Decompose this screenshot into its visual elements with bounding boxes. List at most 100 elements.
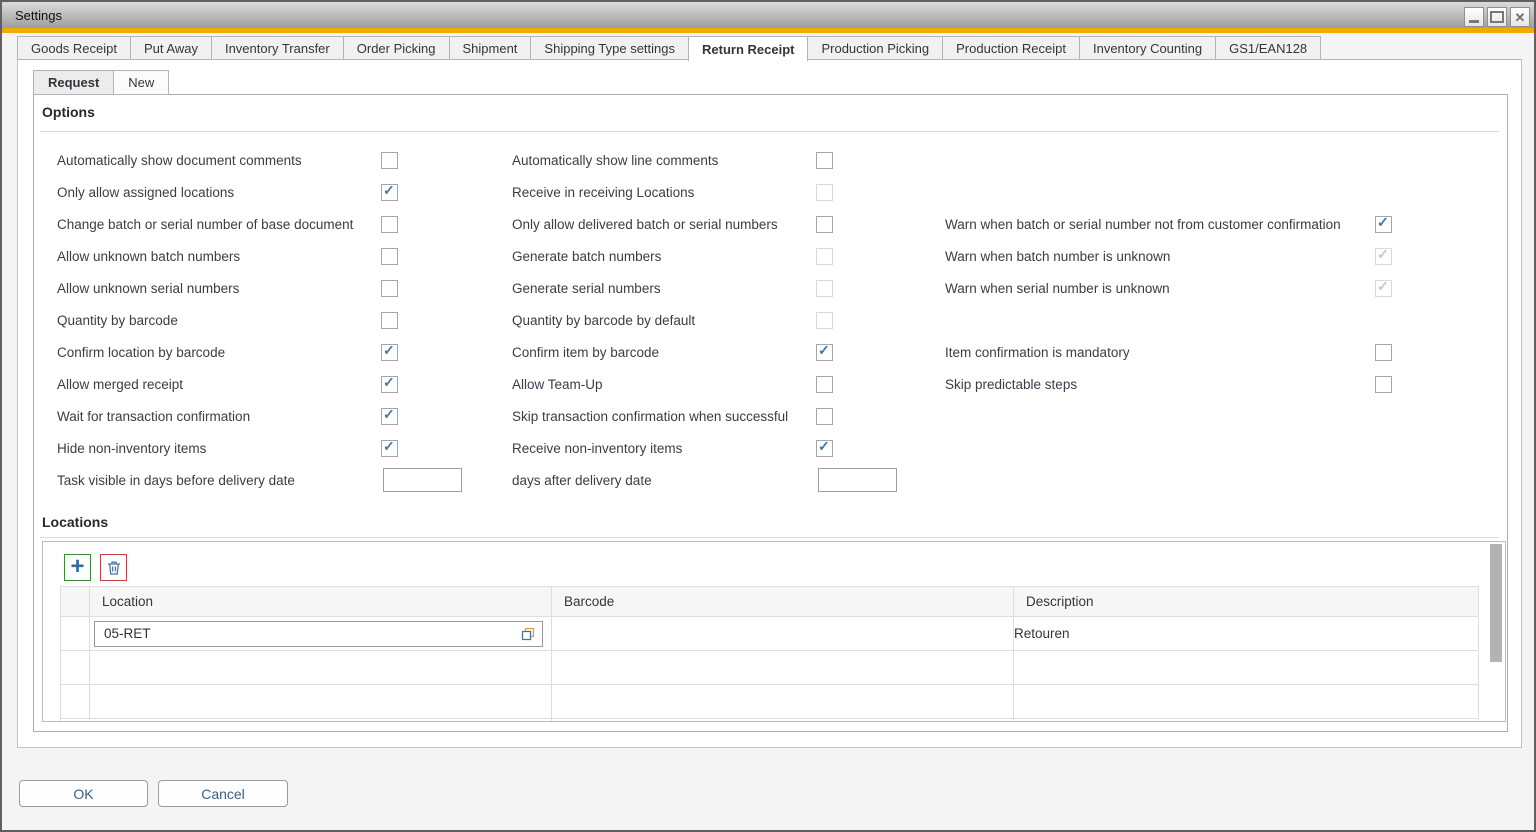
option-label: Receive in receiving Locations <box>512 185 694 200</box>
column-header-location[interactable]: Location <box>90 587 552 617</box>
description-cell[interactable] <box>1014 651 1479 685</box>
checkbox-auto-show-document-comments[interactable] <box>381 152 398 169</box>
tab-return-receipt[interactable]: Return Receipt <box>688 36 808 61</box>
title-bar[interactable]: Settings <box>2 2 1534 28</box>
checkbox-quantity-by-barcode-default <box>816 312 833 329</box>
column-header-description[interactable]: Description <box>1014 587 1479 617</box>
checkbox-allow-unknown-batch-numbers[interactable] <box>381 248 398 265</box>
tab-production-receipt[interactable]: Production Receipt <box>942 36 1080 60</box>
accent-bar <box>2 28 1534 33</box>
days-after-delivery-input[interactable] <box>818 468 897 492</box>
barcode-cell[interactable] <box>552 685 1014 719</box>
location-input[interactable]: 05-RET <box>94 621 543 647</box>
tab-inventory-counting[interactable]: Inventory Counting <box>1079 36 1216 60</box>
locations-toolbar: + <box>64 554 127 581</box>
tab-gs1-ean128[interactable]: GS1/EAN128 <box>1215 36 1321 60</box>
request-panel: Options Automatically show document comm… <box>33 94 1508 732</box>
close-button[interactable]: ✕ <box>1510 7 1530 27</box>
checkbox-quantity-by-barcode[interactable] <box>381 312 398 329</box>
barcode-cell[interactable] <box>552 719 1014 723</box>
tab-production-picking[interactable]: Production Picking <box>807 36 943 60</box>
option-label: Confirm location by barcode <box>57 345 225 360</box>
checkbox-receive-in-receiving-locations <box>816 184 833 201</box>
table-row <box>61 685 1479 719</box>
sub-tab-strip: Request New <box>33 70 169 95</box>
column-header-barcode[interactable]: Barcode <box>552 587 1014 617</box>
table-row <box>61 651 1479 685</box>
tab-content-region: Request New Options Automatically show d… <box>17 59 1522 748</box>
row-selector[interactable] <box>61 651 90 685</box>
checkbox-auto-show-line-comments[interactable] <box>816 152 833 169</box>
locations-grid: + Location Barcode De <box>42 541 1506 722</box>
checkbox-generate-serial-numbers <box>816 280 833 297</box>
option-label: Warn when batch number is unknown <box>945 249 1170 264</box>
vertical-scrollbar-thumb[interactable] <box>1490 544 1502 662</box>
description-cell[interactable]: Retouren <box>1014 617 1479 651</box>
tab-goods-receipt[interactable]: Goods Receipt <box>17 36 131 60</box>
checkbox-wait-for-transaction-confirmation[interactable] <box>381 408 398 425</box>
location-cell[interactable] <box>90 719 552 723</box>
main-tab-strip: Goods Receipt Put Away Inventory Transfe… <box>17 36 1321 59</box>
delete-row-button[interactable] <box>100 554 127 581</box>
subtab-request[interactable]: Request <box>33 70 114 95</box>
subtab-new[interactable]: New <box>113 70 169 95</box>
tab-order-picking[interactable]: Order Picking <box>343 36 450 60</box>
option-label: Automatically show document comments <box>57 153 302 168</box>
row-selector[interactable] <box>61 685 90 719</box>
option-label: Hide non-inventory items <box>57 441 206 456</box>
option-label: days after delivery date <box>512 473 652 488</box>
tab-put-away[interactable]: Put Away <box>130 36 212 60</box>
checkbox-confirm-item-by-barcode[interactable] <box>816 344 833 361</box>
trash-icon <box>106 560 122 576</box>
checkbox-skip-predictable-steps[interactable] <box>1375 376 1392 393</box>
option-label: Skip predictable steps <box>945 377 1077 392</box>
option-label: Item confirmation is mandatory <box>945 345 1130 360</box>
minimize-button[interactable] <box>1464 7 1484 27</box>
locations-table: Location Barcode Description 05-RET <box>60 586 1479 722</box>
tab-shipment[interactable]: Shipment <box>449 36 532 60</box>
checkbox-skip-transaction-confirmation-when-successful[interactable] <box>816 408 833 425</box>
checkbox-item-confirmation-mandatory[interactable] <box>1375 344 1392 361</box>
tab-shipping-type-settings[interactable]: Shipping Type settings <box>530 36 689 60</box>
option-label: Generate batch numbers <box>512 249 661 264</box>
options-heading: Options <box>42 104 95 120</box>
checkbox-only-allow-delivered-batch-serial[interactable] <box>816 216 833 233</box>
description-value: Retouren <box>1014 626 1070 641</box>
row-selector[interactable] <box>61 719 90 723</box>
cancel-button[interactable]: Cancel <box>158 780 288 807</box>
maximize-icon <box>1490 11 1504 23</box>
checkbox-confirm-location-by-barcode[interactable] <box>381 344 398 361</box>
checkbox-allow-merged-receipt[interactable] <box>381 376 398 393</box>
checkbox-receive-non-inventory-items[interactable] <box>816 440 833 457</box>
description-cell[interactable] <box>1014 685 1479 719</box>
option-label: Confirm item by barcode <box>512 345 659 360</box>
ok-button[interactable]: OK <box>19 780 148 807</box>
checkbox-allow-unknown-serial-numbers[interactable] <box>381 280 398 297</box>
option-label: Receive non-inventory items <box>512 441 682 456</box>
checkbox-only-allow-assigned-locations[interactable] <box>381 184 398 201</box>
maximize-button[interactable] <box>1487 7 1507 27</box>
tab-inventory-transfer[interactable]: Inventory Transfer <box>211 36 344 60</box>
row-selector[interactable] <box>61 617 90 651</box>
option-label: Allow unknown batch numbers <box>57 249 240 264</box>
add-row-button[interactable]: + <box>64 554 91 581</box>
checkbox-hide-non-inventory-items[interactable] <box>381 440 398 457</box>
checkbox-warn-batch-serial-not-from-customer-confirmation[interactable] <box>1375 216 1392 233</box>
table-header-row: Location Barcode Description <box>61 587 1479 617</box>
option-label: Quantity by barcode by default <box>512 313 695 328</box>
barcode-cell[interactable] <box>552 617 1014 651</box>
settings-window: Settings ✕ Goods Receipt Put Away Invent… <box>0 0 1536 832</box>
checkbox-generate-batch-numbers <box>816 248 833 265</box>
barcode-cell[interactable] <box>552 651 1014 685</box>
location-cell[interactable] <box>90 685 552 719</box>
row-selector-header <box>61 587 90 617</box>
checkbox-allow-team-up[interactable] <box>816 376 833 393</box>
choose-from-list-icon[interactable] <box>521 627 535 641</box>
description-cell[interactable] <box>1014 719 1479 723</box>
location-cell: 05-RET <box>90 617 552 651</box>
checkbox-warn-batch-number-unknown <box>1375 248 1392 265</box>
location-cell[interactable] <box>90 651 552 685</box>
option-label: Allow Team-Up <box>512 377 603 392</box>
task-visible-days-input[interactable] <box>383 468 462 492</box>
checkbox-change-batch-serial-of-base-document[interactable] <box>381 216 398 233</box>
